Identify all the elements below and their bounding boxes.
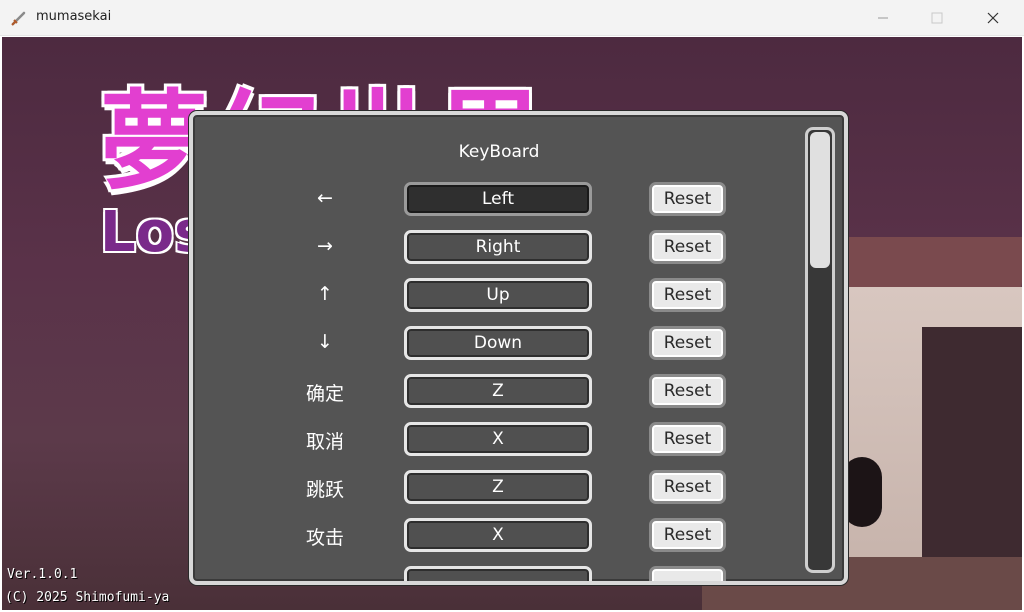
reset-button[interactable]: Reset [649, 230, 726, 264]
key-binding-button[interactable]: Left [404, 182, 592, 216]
binding-row: ↑ Up Reset [193, 278, 805, 314]
key-binding-button[interactable]: Down [404, 326, 592, 360]
key-binding-button[interactable]: Up [404, 278, 592, 312]
reset-button[interactable]: Reset [649, 182, 726, 216]
reset-button[interactable]: Reset [649, 374, 726, 408]
reset-button[interactable]: Reset [649, 518, 726, 552]
reset-button[interactable]: Reset [649, 278, 726, 312]
key-binding-button[interactable]: Z [404, 374, 592, 408]
maximize-icon [931, 9, 943, 28]
minimize-icon [877, 9, 889, 28]
binding-row: 确定 Z Reset [193, 374, 805, 410]
binding-row: 跳跃 Z Reset [193, 470, 805, 506]
background-hole [842, 457, 882, 527]
close-button[interactable] [970, 0, 1016, 36]
key-binding-button[interactable] [404, 566, 592, 581]
binding-row: ↓ Down Reset [193, 326, 805, 362]
action-label: 取消 [305, 431, 344, 453]
version-label: Ver.1.0.1 [7, 567, 78, 582]
scrollbar-thumb[interactable] [810, 132, 830, 268]
binding-row: → Right Reset [193, 230, 805, 266]
copyright-label: (C) 2025 Shimofumi-ya [5, 590, 170, 605]
action-label: ← [317, 187, 333, 209]
minimize-button[interactable] [860, 0, 906, 36]
action-label: 确定 [305, 383, 344, 405]
window-titlebar: mumasekai [0, 0, 1024, 36]
action-label: 攻击 [305, 527, 344, 549]
reset-button[interactable]: Reset [649, 422, 726, 456]
binding-row-partial [193, 566, 805, 581]
action-label: 跳跃 [305, 479, 344, 501]
reset-button[interactable] [649, 566, 726, 581]
key-binding-button[interactable]: Right [404, 230, 592, 264]
key-binding-button[interactable]: X [404, 518, 592, 552]
binding-row: ← Left Reset [193, 182, 805, 218]
window-title: mumasekai [36, 9, 112, 24]
action-label: ↑ [317, 283, 333, 305]
key-binding-button[interactable]: X [404, 422, 592, 456]
panel-title: KeyBoard [458, 142, 540, 162]
close-icon [987, 9, 999, 28]
binding-row: 攻击 X Reset [193, 518, 805, 554]
sword-icon [10, 9, 28, 27]
binding-row: 取消 X Reset [193, 422, 805, 458]
reset-button[interactable]: Reset [649, 326, 726, 360]
maximize-button[interactable] [914, 0, 960, 36]
action-label: ↓ [317, 331, 333, 353]
key-binding-button[interactable]: Z [404, 470, 592, 504]
action-label: → [317, 235, 333, 257]
keyboard-config-panel: KeyBoard ← Left Reset → Right Reset ↑ Up… [189, 111, 848, 585]
scrollbar[interactable] [805, 127, 835, 573]
reset-button[interactable]: Reset [649, 470, 726, 504]
